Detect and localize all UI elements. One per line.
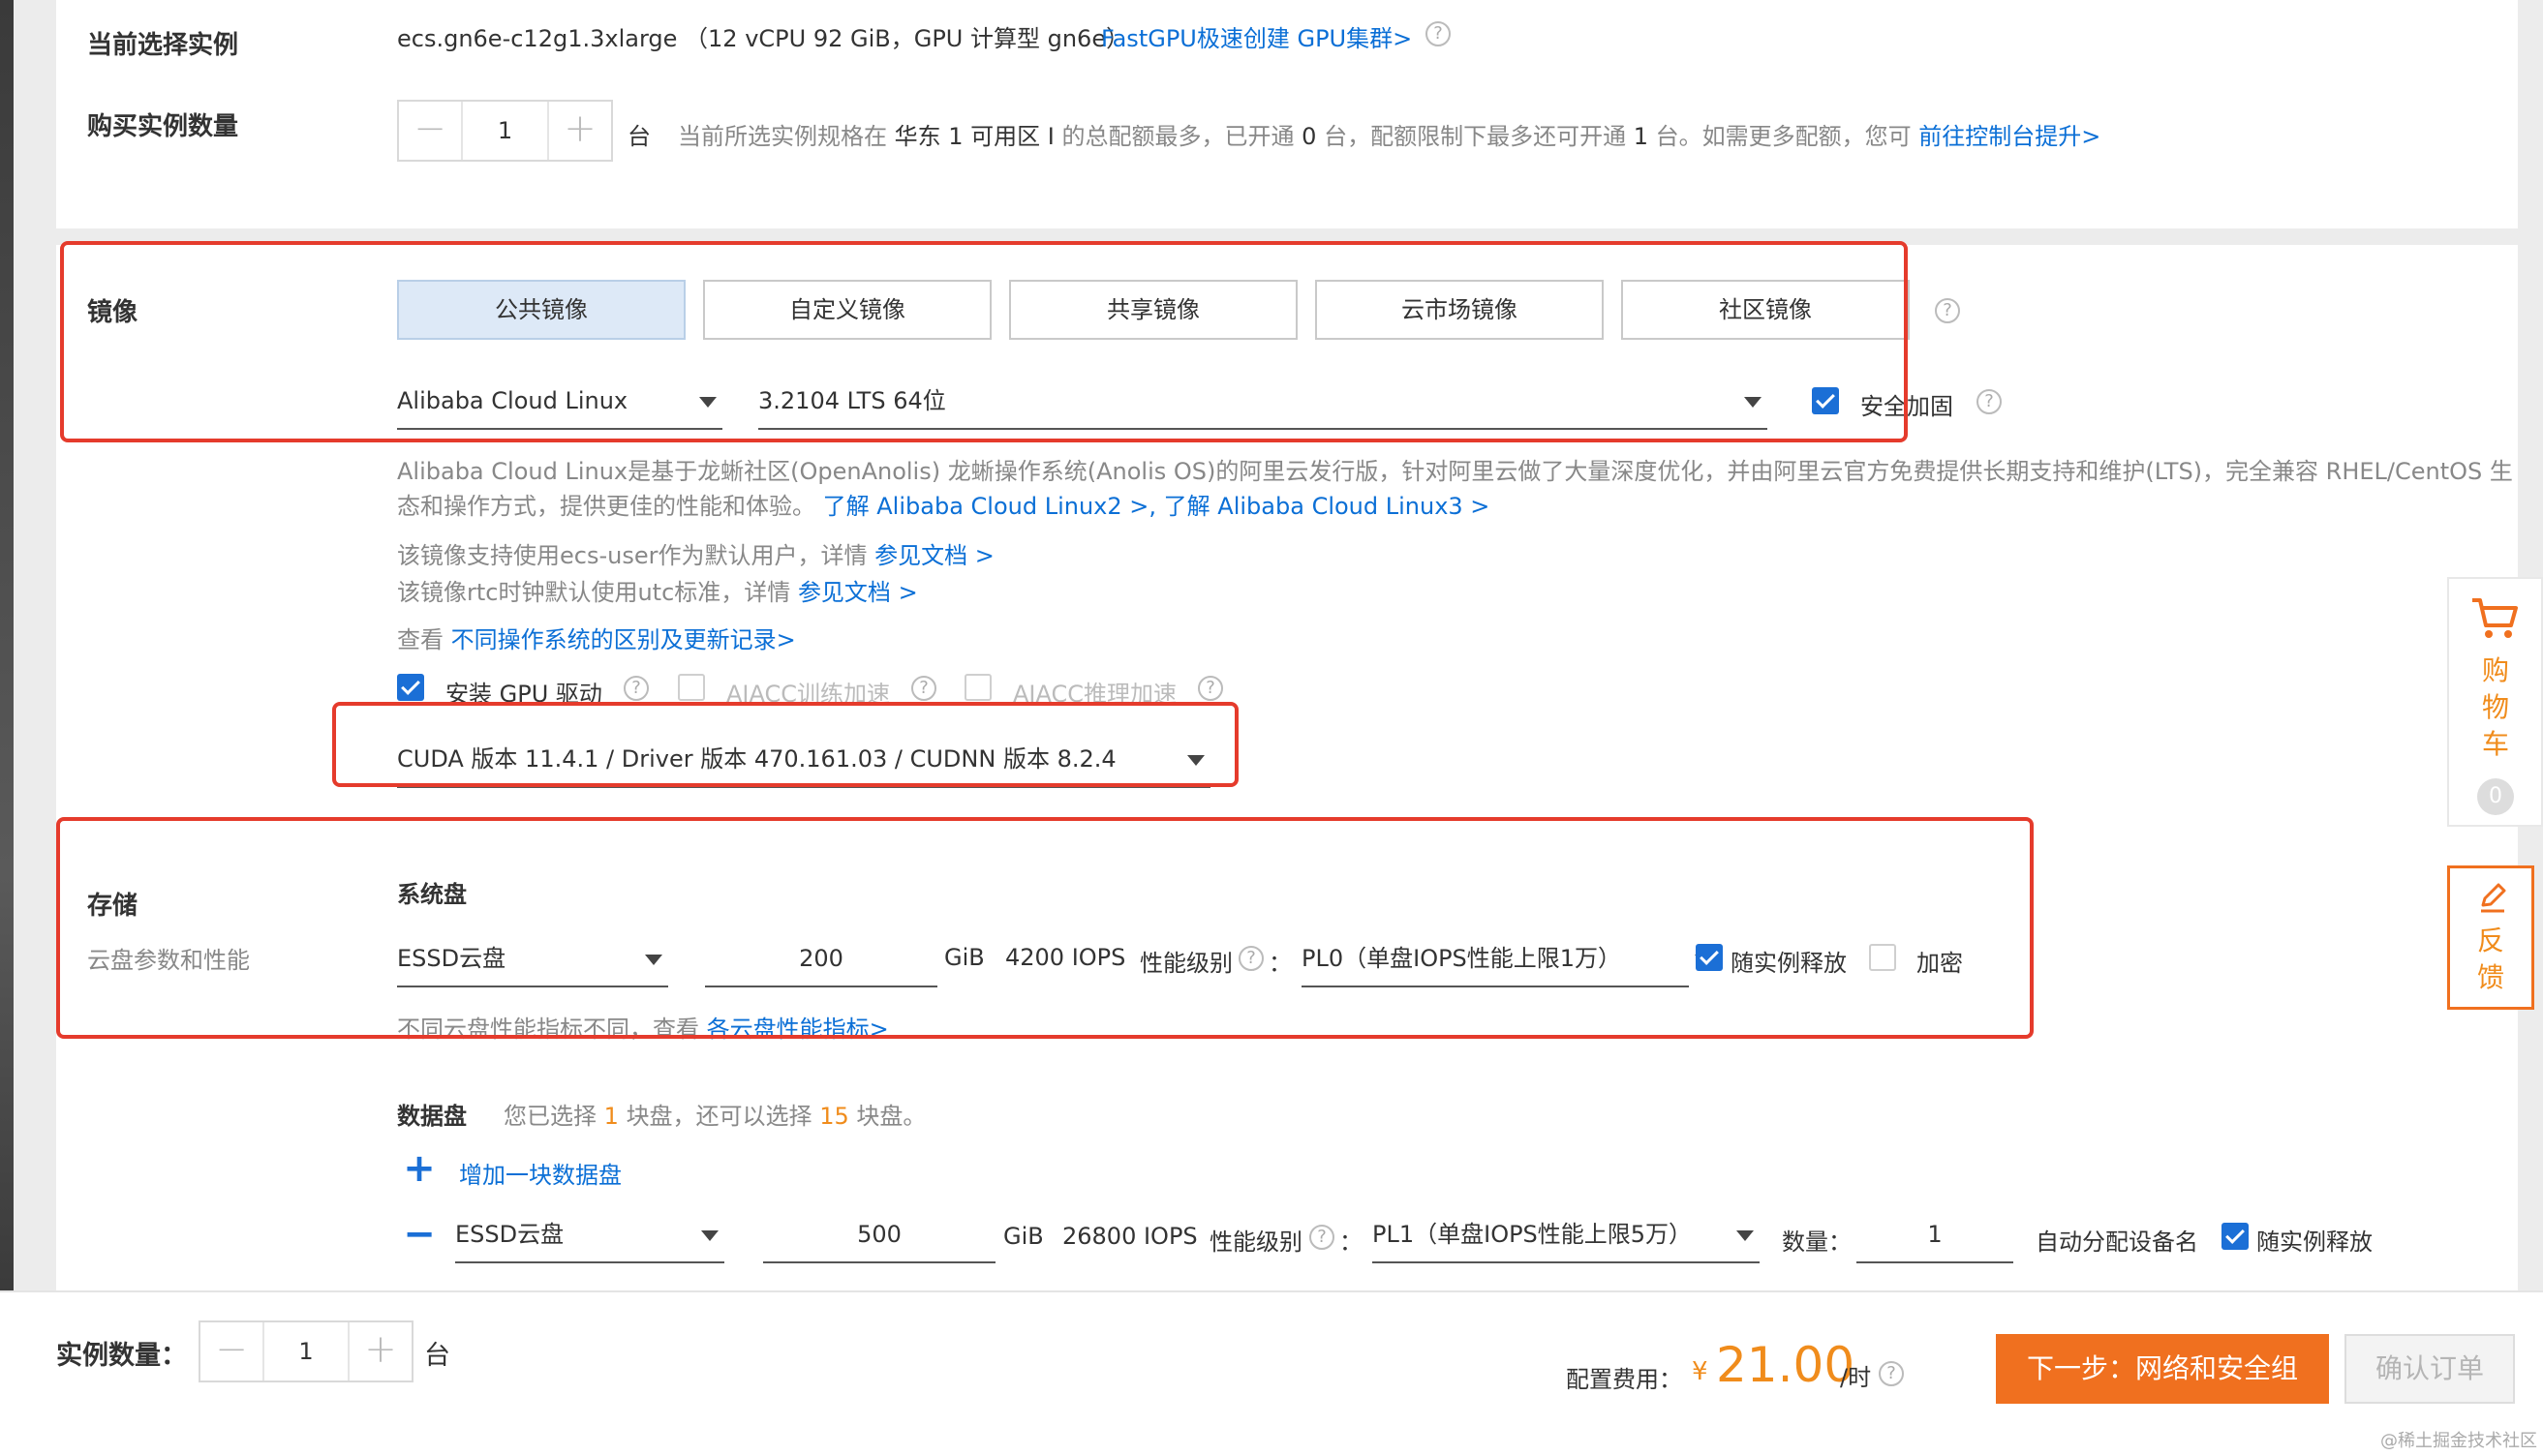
confirm-order-button[interactable]: 确认订单 — [2344, 1334, 2515, 1404]
quantity-unit: 台 — [628, 123, 651, 150]
help-icon[interactable]: ? — [911, 676, 936, 701]
rtc-note: 该镜像rtc时钟默认使用utc标准，详情 参见文档 > — [397, 579, 918, 606]
minus-icon[interactable]: − — [200, 1322, 262, 1380]
data-disk-qty-label: 数量： — [1782, 1228, 1852, 1256]
image-description-line1: Alibaba Cloud Linux是基于龙蜥社区(OpenAnolis) 龙… — [397, 458, 2513, 485]
data-disk-type-select[interactable]: ESSD云盘 — [455, 1207, 724, 1263]
help-icon[interactable]: ? — [1935, 298, 1960, 323]
cost-label: 配置费用： — [1566, 1366, 1682, 1393]
data-disk-perf-label: 性能级别 — [1210, 1228, 1302, 1256]
data-disk-count-note: 您已选择 1 块盘，还可以选择 15 块盘。 — [504, 1103, 927, 1130]
help-icon[interactable]: ? — [1309, 1225, 1334, 1250]
aiacc-train-checkbox[interactable] — [678, 674, 705, 701]
data-disk-size-input[interactable]: 500 — [763, 1207, 996, 1263]
feedback-panel[interactable]: 反 馈 — [2447, 865, 2534, 1010]
price-value: 21.00 — [1716, 1337, 1855, 1393]
add-icon[interactable]: + — [403, 1149, 436, 1188]
data-disk-perf-colon: ： — [1339, 1228, 1363, 1256]
fastgpu-link[interactable]: FastGPU极速创建 GPU集群> — [1101, 19, 1412, 53]
cart-label-char: 物 — [2481, 691, 2509, 723]
price-per-hour: /时 — [1840, 1364, 1872, 1391]
learn-linux2-link[interactable]: 了解 Alibaba Cloud Linux2 >, — [823, 493, 1156, 520]
highlight-cuda-box — [332, 702, 1239, 787]
watermark: @稀土掘金技术社区 — [2380, 1431, 2537, 1451]
os-compare-link[interactable]: 不同操作系统的区别及更新记录> — [451, 626, 796, 653]
edit-icon — [2475, 880, 2510, 915]
next-network-security-button[interactable]: 下一步：网络和安全组 — [1996, 1334, 2329, 1404]
remove-icon[interactable]: − — [403, 1215, 436, 1254]
learn-linux3-link[interactable]: 了解 Alibaba Cloud Linux3 > — [1164, 493, 1490, 520]
footer-quantity-stepper: − 1 + — [199, 1320, 414, 1382]
add-data-disk-button[interactable]: 增加一块数据盘 — [459, 1156, 622, 1190]
gpu-driver-checkbox[interactable] — [397, 674, 424, 701]
quota-note: 当前所选实例规格在 华东 1 可用区 I 的总配额最多，已开通 0 台，配额限制… — [678, 123, 2101, 150]
help-icon[interactable]: ? — [1425, 21, 1451, 46]
ecs-user-doc-link[interactable]: 参见文档 > — [874, 542, 995, 569]
quantity-value[interactable]: 1 — [461, 102, 549, 160]
os-compare-note: 查看 不同操作系统的区别及更新记录> — [397, 626, 796, 653]
highlight-image-box — [60, 241, 1908, 442]
plus-icon[interactable]: + — [350, 1322, 412, 1380]
plus-icon[interactable]: + — [549, 102, 611, 160]
quantity-label: 购买实例数量 — [87, 112, 239, 141]
data-disk-unit: GiB — [1003, 1223, 1044, 1250]
aiacc-infer-checkbox[interactable] — [965, 674, 992, 701]
auto-device-name-label: 自动分配设备名 — [2036, 1228, 2198, 1256]
currency-symbol: ¥ — [1692, 1357, 1708, 1386]
image-description-line2: 态和操作方式，提供更佳的性能和体验。 了解 Alibaba Cloud Linu… — [397, 493, 1490, 520]
data-disk-qty-input[interactable]: 1 — [1856, 1207, 2013, 1263]
cart-icon — [2468, 594, 2521, 641]
ecs-user-note: 该镜像支持使用ecs-user作为默认用户，详情 参见文档 > — [397, 542, 995, 569]
left-edge-background — [0, 0, 14, 1456]
help-icon[interactable]: ? — [1976, 389, 2002, 414]
footer-quantity-unit: 台 — [424, 1341, 450, 1371]
cart-label-char: 购 — [2481, 654, 2509, 686]
current-instance-label: 当前选择实例 — [87, 31, 239, 60]
instance-spec: ecs.gn6e-c12g1.3xlarge （12 vCPU 92 GiB，G… — [397, 25, 1130, 52]
quantity-stepper: − 1 + — [397, 100, 613, 162]
feedback-label-char: 馈 — [2476, 961, 2504, 993]
rtc-doc-link[interactable]: 参见文档 > — [798, 579, 918, 606]
cart-label-char: 车 — [2481, 728, 2509, 760]
chevron-down-icon — [701, 1230, 719, 1241]
quota-increase-link[interactable]: 前往控制台提升> — [1918, 123, 2100, 150]
data-disk-release-checkbox[interactable] — [2221, 1223, 2249, 1250]
help-icon[interactable]: ? — [624, 676, 649, 701]
chevron-down-icon — [1736, 1230, 1754, 1241]
cart-count-badge: 0 — [2477, 778, 2514, 815]
help-icon[interactable]: ? — [1198, 676, 1223, 701]
cart-panel[interactable]: 购 物 车 0 — [2447, 577, 2543, 827]
data-disk-iops: 26800 IOPS — [1062, 1223, 1198, 1250]
data-disk-release-label: 随实例释放 — [2256, 1228, 2373, 1256]
data-disk-title: 数据盘 — [397, 1103, 467, 1130]
footer-quantity-value[interactable]: 1 — [262, 1322, 350, 1380]
help-icon[interactable]: ? — [1879, 1361, 1904, 1386]
highlight-storage-box — [56, 817, 2034, 1039]
data-disk-perf-select[interactable]: PL1（单盘IOPS性能上限5万） — [1372, 1207, 1760, 1263]
minus-icon[interactable]: − — [399, 102, 461, 160]
footer-qty-label: 实例数量： — [56, 1341, 187, 1371]
feedback-label-char: 反 — [2476, 925, 2504, 956]
